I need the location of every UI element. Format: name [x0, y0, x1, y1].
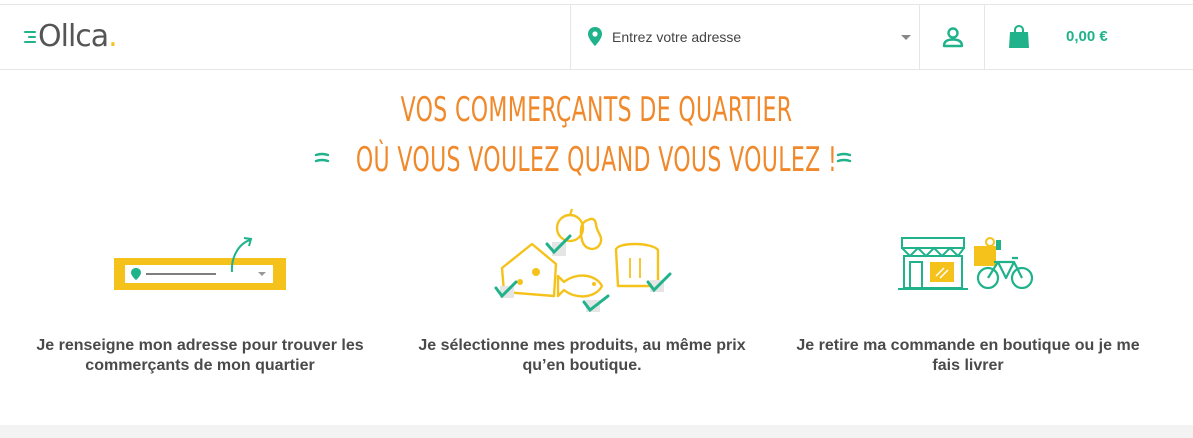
hero-title-line1: Vos commerçants de quartier — [400, 90, 793, 130]
logo-dot: . — [108, 19, 118, 54]
hero-title-line2: où vous voulez quand vous voulez ! — [355, 140, 838, 180]
left-squiggle-icon — [314, 152, 330, 163]
step-3-text: Je retire ma commande en boutique ou je … — [796, 337, 1140, 374]
chevron-down-icon[interactable] — [901, 35, 911, 40]
logo[interactable]: Ollca. — [22, 17, 118, 57]
address-search-illustration-icon — [114, 237, 286, 290]
location-pin-icon — [588, 27, 602, 46]
cart-button[interactable]: 0,00 € — [986, 5, 1193, 69]
shopping-bag-icon — [1009, 25, 1029, 48]
step-1-text: Je renseigne mon adresse pour trouver le… — [36, 337, 364, 374]
footer-band — [0, 425, 1193, 438]
logo-text: Ollca — [38, 19, 109, 54]
step-2-text: Je sélectionne mes produits, au même pri… — [418, 337, 746, 374]
products-selection-illustration-icon — [494, 208, 672, 313]
right-squiggle-icon — [836, 152, 852, 163]
header: Ollca. Entrez votre adresse 0,00 € — [0, 4, 1193, 70]
address-placeholder: Entrez votre adresse — [612, 29, 742, 45]
shop-bike-illustration-icon — [898, 237, 1034, 290]
logo-lines-icon — [22, 29, 36, 45]
user-icon — [942, 27, 963, 48]
cart-total: 0,00 € — [1066, 28, 1108, 45]
address-search-field[interactable]: Entrez votre adresse — [570, 5, 920, 69]
account-button[interactable] — [921, 5, 985, 69]
